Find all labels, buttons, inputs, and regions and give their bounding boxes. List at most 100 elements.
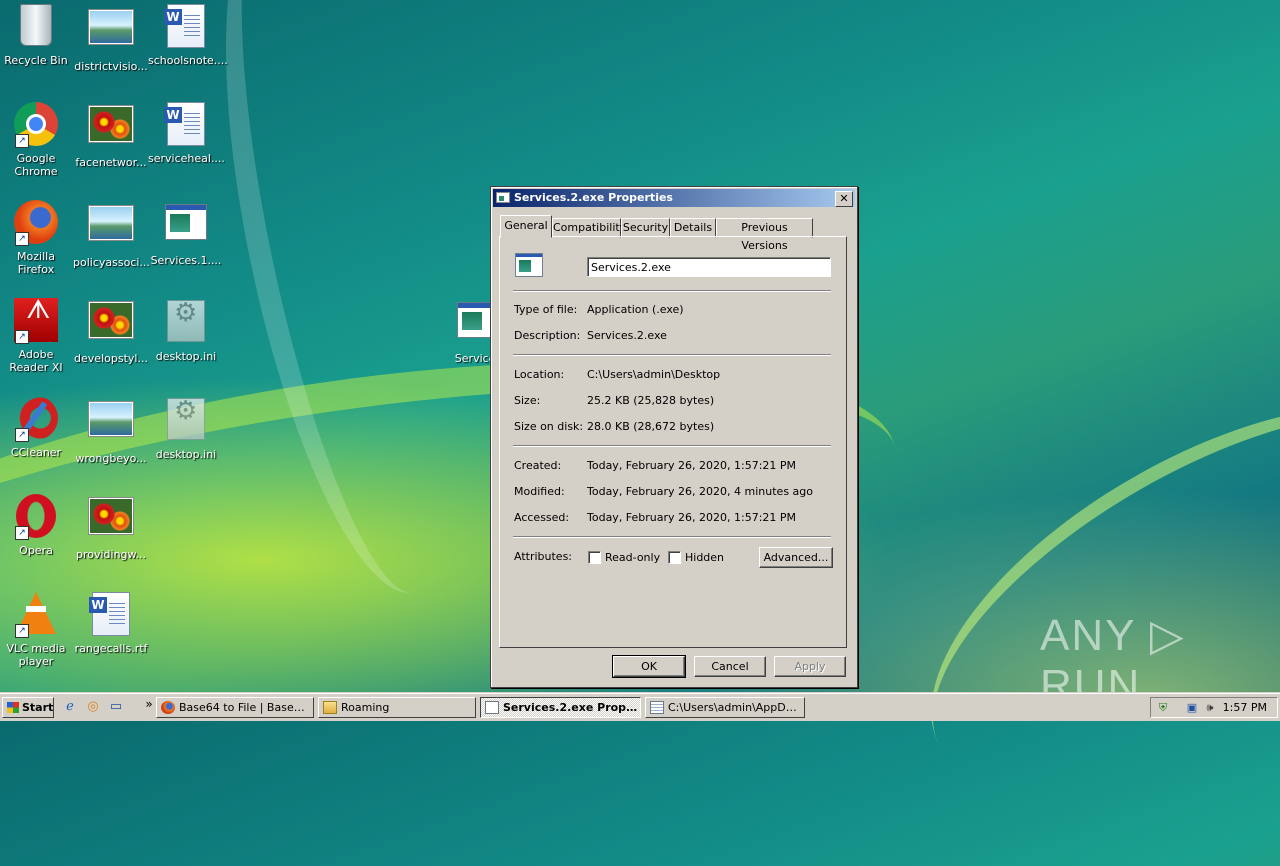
separator — [513, 354, 831, 356]
desktop-icon-label: VLC media player — [6, 642, 66, 668]
desktop-icon-label: districtvisio... — [74, 60, 148, 73]
task-button-firefox[interactable]: Base64 to File | Base64 ... — [156, 697, 314, 718]
taskbar: Start ℯ ◎ ▭ » Base64 to File | Base64 ..… — [0, 693, 1280, 721]
quicklaunch-overflow[interactable]: » — [141, 696, 157, 712]
desktop-icon-label: serviceheal.... — [148, 152, 225, 165]
desktop-icon-label: Services.1.... — [150, 254, 222, 267]
start-label: Start — [22, 701, 54, 714]
word-document-icon — [88, 592, 134, 638]
advanced-button[interactable]: Advanced... — [759, 547, 833, 568]
security-shield-icon[interactable]: ⛨ — [1156, 701, 1170, 715]
desktop-icon-desktop-ini[interactable]: desktop.ini — [148, 296, 224, 363]
folder-icon — [323, 701, 337, 714]
clock[interactable]: 1:57 PM — [1223, 698, 1267, 717]
accessed-label: Accessed: — [514, 511, 570, 524]
desktop-icon-schoolsnote[interactable]: schoolsnote.... — [148, 2, 228, 67]
task-label: Services.2.exe Proper... — [503, 701, 638, 714]
ok-button[interactable]: OK — [612, 655, 686, 678]
tab-security[interactable]: Security — [621, 218, 670, 238]
vlc-icon: ↗ — [13, 592, 59, 638]
properties-icon — [485, 701, 499, 714]
image-file-icon — [88, 402, 134, 448]
desktop-icon-rangecalls[interactable]: rangecalls.rtf — [73, 590, 149, 655]
firefox-icon: ↗ — [13, 200, 59, 246]
size-on-disk-value: 28.0 KB (28,672 bytes) — [587, 420, 715, 433]
exe-file-icon — [163, 204, 209, 250]
file-name-field[interactable] — [587, 257, 831, 277]
description-label: Description: — [514, 329, 581, 342]
desktop-icon-mozilla-firefox[interactable]: ↗ Mozilla Firefox — [0, 198, 74, 276]
size-on-disk-label: Size on disk: — [514, 420, 584, 433]
internet-explorer-icon[interactable]: ℯ — [62, 699, 78, 715]
desktop-icon-label: Adobe Reader XI — [9, 348, 63, 374]
desktop-icon-label: desktop.ini — [155, 448, 217, 461]
task-label: C:\Users\admin\AppData... — [668, 701, 802, 714]
desktop-icon-label: desktop.ini — [155, 350, 217, 363]
desktop-icon-vlc[interactable]: ↗ VLC media player — [0, 590, 74, 668]
word-document-icon — [163, 102, 209, 148]
desktop-icon-label: Recycle Bin — [4, 54, 68, 67]
hidden-checkbox[interactable] — [668, 551, 681, 564]
volume-icon[interactable]: 🕪 — [1203, 701, 1217, 715]
attributes-label: Attributes: — [514, 550, 573, 563]
dialog-titlebar[interactable]: Services.2.exe Properties ✕ — [493, 189, 855, 207]
location-label: Location: — [514, 368, 565, 381]
firefox-icon — [161, 701, 175, 714]
desktop-icon-recycle-bin[interactable]: Recycle Bin — [0, 2, 74, 67]
media-player-icon[interactable]: ◎ — [85, 699, 101, 715]
desktop-icon-ccleaner[interactable]: ↗ CCleaner — [0, 394, 74, 459]
show-desktop-icon[interactable]: ▭ — [108, 699, 124, 715]
desktop-icon-label: policyassoci... — [73, 256, 150, 269]
desktop-icon-wrongbeyo[interactable]: wrongbeyo... — [73, 394, 149, 465]
readonly-checkbox[interactable] — [588, 551, 601, 564]
network-icon[interactable]: ▣ — [1185, 701, 1199, 715]
size-label: Size: — [514, 394, 541, 407]
task-button-properties[interactable]: Services.2.exe Proper... — [480, 697, 641, 718]
desktop-icon-policyassoci[interactable]: policyassoci... — [73, 198, 150, 269]
chrome-icon: ↗ — [13, 102, 59, 148]
desktop-icon-providingw[interactable]: providingw... — [73, 492, 149, 561]
wallpaper-swoosh — [871, 328, 1280, 866]
desktop-icon-label: wrongbeyo... — [75, 452, 147, 465]
desktop-icon-label: facenetwor... — [75, 156, 147, 169]
tab-general[interactable]: General — [500, 215, 552, 238]
desktop-icon-districtvisio[interactable]: districtvisio... — [73, 2, 149, 73]
desktop-icon-opera[interactable]: ↗ Opera — [0, 492, 74, 557]
system-tray: ⛨ ▣ 🕪 1:57 PM — [1150, 697, 1278, 718]
general-panel — [499, 236, 847, 648]
created-label: Created: — [514, 459, 562, 472]
desktop-icon-facenetwor[interactable]: facenetwor... — [73, 100, 149, 169]
desktop-icon-label: schoolsnote.... — [148, 54, 228, 67]
tab-compatibility[interactable]: Compatibility — [552, 218, 626, 238]
desktop-icon-serviceheal[interactable]: serviceheal.... — [148, 100, 225, 165]
location-value: C:\Users\admin\Desktop — [587, 368, 721, 381]
image-file-icon — [88, 10, 134, 56]
tab-details[interactable]: Details — [670, 218, 716, 238]
desktop-icon-label: developstyl... — [74, 352, 148, 365]
desktop-icon-desktop-ini-2[interactable]: desktop.ini — [148, 394, 224, 461]
readonly-label[interactable]: Read-only — [605, 551, 660, 564]
desktop-icon-developstyl[interactable]: developstyl... — [73, 296, 149, 365]
desktop-icon-services-1[interactable]: Services.1.... — [148, 198, 224, 267]
notepad-icon — [650, 701, 664, 714]
hidden-label[interactable]: Hidden — [685, 551, 724, 564]
type-of-file-label: Type of file: — [514, 303, 578, 316]
desktop-icon-label: providingw... — [75, 548, 147, 561]
tab-previous-versions[interactable]: Previous Versions — [716, 218, 813, 252]
task-label: Roaming — [341, 701, 390, 714]
size-value: 25.2 KB (25,828 bytes) — [587, 394, 715, 407]
task-button-notepad[interactable]: C:\Users\admin\AppData... — [645, 697, 805, 718]
type-of-file-value: Application (.exe) — [587, 303, 684, 316]
desktop-icon-google-chrome[interactable]: ↗ Google Chrome — [0, 100, 74, 178]
image-file-icon — [88, 302, 134, 348]
modified-label: Modified: — [514, 485, 565, 498]
task-button-roaming[interactable]: Roaming — [318, 697, 476, 718]
cancel-button[interactable]: Cancel — [694, 656, 766, 677]
desktop-icon-adobe-reader[interactable]: ↗ Adobe Reader XI — [0, 296, 74, 374]
close-button[interactable]: ✕ — [835, 191, 853, 207]
image-file-icon — [88, 106, 134, 152]
modified-value: Today, February 26, 2020, 4 minutes ago — [587, 485, 813, 498]
apply-button[interactable]: Apply — [774, 656, 846, 677]
start-button[interactable]: Start — [2, 697, 54, 718]
desktop-icon-label: Mozilla Firefox — [17, 250, 55, 276]
